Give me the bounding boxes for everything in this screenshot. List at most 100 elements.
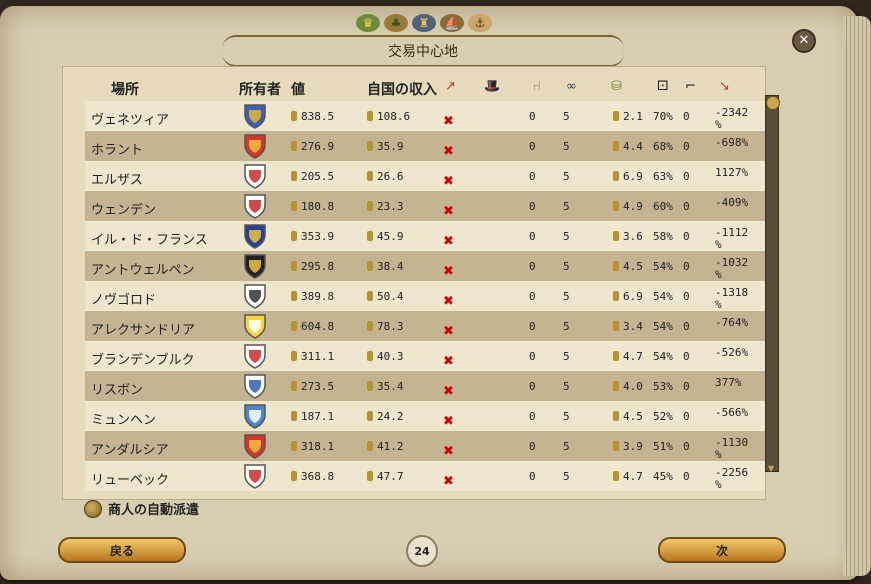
value: 389.8	[291, 290, 334, 303]
ship2-icon[interactable]: ⚓	[468, 14, 492, 32]
col-pistol: 0	[683, 290, 690, 303]
income-text: 108.6	[377, 110, 411, 123]
income: 24.2	[367, 410, 404, 423]
auto-dispatch-toggle[interactable]: 商人の自動派遣	[84, 499, 199, 518]
col-pistol: 0	[683, 140, 690, 153]
col-coins-text: 4.4	[623, 140, 643, 153]
col-change: -764%	[715, 316, 749, 329]
coin-icon	[367, 291, 373, 301]
table-row[interactable]: エルザス 205.5 26.6 ✖ 0 5 6.9 63% 0 1127%	[85, 161, 765, 191]
col-hat: 0	[529, 110, 536, 123]
income: 45.9	[367, 230, 404, 243]
coin-icon	[291, 351, 297, 361]
coin-icon	[291, 141, 297, 151]
not-owned-icon: ✖	[443, 234, 454, 249]
coin-icon	[613, 231, 619, 241]
close-button[interactable]: ✕	[792, 29, 816, 53]
col-change: -1130 %	[715, 436, 749, 461]
castle-icon[interactable]: ♜	[412, 14, 436, 32]
value-text: 187.1	[301, 410, 335, 423]
income-text: 41.2	[377, 440, 404, 453]
income-text: 38.4	[377, 260, 404, 273]
not-owned-icon: ✖	[443, 264, 454, 279]
col-hat: 0	[529, 350, 536, 363]
table-row[interactable]: アントウェルペン 295.8 38.4 ✖ 0 5 4.5 54% 0 -1032 %	[85, 251, 765, 281]
col-chair: 5	[563, 350, 570, 363]
coin-icon	[367, 141, 373, 151]
col-coins-text: 4.7	[623, 350, 643, 363]
coin-icon	[367, 201, 373, 211]
col-chair: 5	[563, 230, 570, 243]
coin-icon	[613, 201, 619, 211]
next-button[interactable]: 次	[658, 537, 786, 563]
crown-icon[interactable]: ♛	[356, 14, 380, 32]
not-owned-icon: ✖	[443, 384, 454, 399]
col-coins: 4.5	[613, 410, 643, 423]
col-percent: 51%	[653, 440, 673, 453]
table-row[interactable]: ホラント 276.9 35.9 ✖ 0 5 4.4 68% 0 -698%	[85, 131, 765, 161]
table-row[interactable]: リスボン 273.5 35.4 ✖ 0 5 4.0 53% 0 377%	[85, 371, 765, 401]
col-chair: 5	[563, 470, 570, 483]
ship-icon[interactable]: ⛵	[440, 14, 464, 32]
col-hat: 0	[529, 470, 536, 483]
coin-icon	[367, 411, 373, 421]
scroll-down-arrow-icon[interactable]: ▼	[768, 464, 774, 473]
col-hat: 0	[529, 320, 536, 333]
coin-icon	[367, 171, 373, 181]
income: 41.2	[367, 440, 404, 453]
col-hat: 0	[529, 140, 536, 153]
table-row[interactable]: ミュンヘン 187.1 24.2 ✖ 0 5 4.5 52% 0 -566%	[85, 401, 765, 431]
coin-icon	[367, 441, 373, 451]
table-row[interactable]: ブランデンブルク 311.1 40.3 ✖ 0 5 4.7 54% 0 -526%	[85, 341, 765, 371]
table-row[interactable]: イル・ド・フランス 353.9 45.9 ✖ 0 5 3.6 58% 0 -1112 %	[85, 221, 765, 251]
value: 276.9	[291, 140, 334, 153]
table-row[interactable]: アレクサンドリア 604.8 78.3 ✖ 0 5 3.4 54% 0 -764%	[85, 311, 765, 341]
value-text: 389.8	[301, 290, 335, 303]
table-row[interactable]: ヴェネツィア 838.5 108.6 ✖ 0 5 2.1 70% 0 -2342 %	[85, 101, 765, 131]
place-name: ホラント	[91, 143, 144, 158]
scrollbar[interactable]: ▼	[765, 95, 780, 473]
col-pistol: 0	[683, 170, 690, 183]
header-value: 値	[291, 82, 305, 98]
income-text: 78.3	[377, 320, 404, 333]
col-coins: 3.4	[613, 320, 643, 333]
col-pistol: 0	[683, 200, 690, 213]
sword-icon: ↘	[719, 79, 730, 94]
table-row[interactable]: リューベック 368.8 47.7 ✖ 0 5 4.7 45% 0 -2256 %	[85, 461, 765, 491]
income: 35.4	[367, 380, 404, 393]
col-pistol: 0	[683, 110, 690, 123]
col-chair: 5	[563, 290, 570, 303]
value: 311.1	[291, 350, 334, 363]
back-button[interactable]: 戻る	[58, 537, 186, 563]
coin-icon	[367, 471, 373, 481]
col-chair: 5	[563, 170, 570, 183]
close-icon: ✕	[798, 33, 810, 48]
value-text: 180.8	[301, 200, 335, 213]
value: 368.8	[291, 470, 334, 483]
coin-icon	[613, 411, 619, 421]
col-chair: 5	[563, 320, 570, 333]
radio-icon[interactable]	[84, 499, 102, 518]
col-coins-text: 2.1	[623, 110, 643, 123]
col-percent: 60%	[653, 200, 673, 213]
table-row[interactable]: ウェンデン 180.8 23.3 ✖ 0 5 4.9 60% 0 -409%	[85, 191, 765, 221]
table-row[interactable]: ノヴゴロド 389.8 50.4 ✖ 0 5 6.9 54% 0 -1318 %	[85, 281, 765, 311]
tree-icon[interactable]: ♣	[384, 14, 408, 32]
trade-table: 場所 所有者 値 自国の収入 ↗ 🎩 ⑁ ∞ ⛁ ⚀ ⌐ ↘ ヴェネツィア 838…	[62, 66, 766, 500]
bag-icon: ⛁	[611, 79, 622, 94]
table-row[interactable]: アンダルシア 318.1 41.2 ✖ 0 5 3.9 51% 0 -1130 %	[85, 431, 765, 461]
income: 26.6	[367, 170, 404, 183]
col-hat: 0	[529, 200, 536, 213]
chair-icon: ⑁	[533, 79, 541, 94]
col-change: -2256 %	[715, 466, 749, 491]
not-owned-icon: ✖	[443, 114, 454, 129]
coin-icon	[367, 261, 373, 271]
not-owned-icon: ✖	[443, 324, 454, 339]
scroll-thumb[interactable]	[766, 96, 780, 110]
coin-icon	[291, 261, 297, 271]
next-button-label: 次	[715, 543, 728, 558]
not-owned-icon: ✖	[443, 414, 454, 429]
col-hat: 0	[529, 380, 536, 393]
col-pistol: 0	[683, 230, 690, 243]
place-name: ノヴゴロド	[91, 293, 157, 308]
